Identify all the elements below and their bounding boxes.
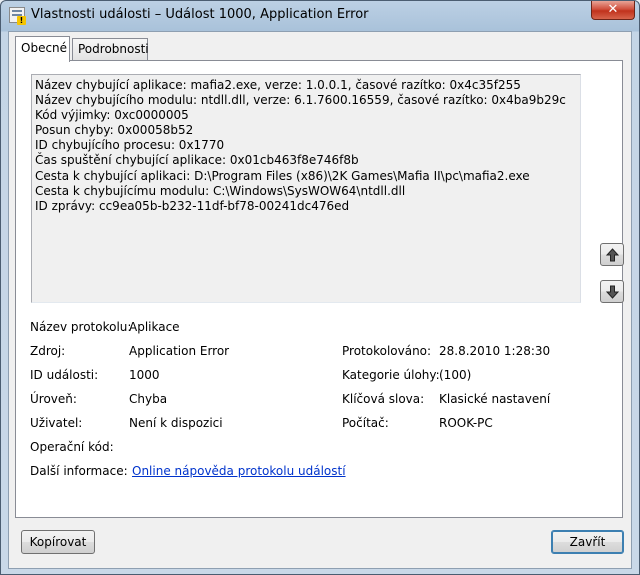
logged-value: 28.8.2010 1:28:30 [439,344,551,358]
computer-label: Počítač: [342,416,389,430]
tab-general[interactable]: Obecné [15,36,70,62]
description-line: ID zprávy: cc9ea05b-b232-11df-bf78-00241… [35,198,350,213]
window-title: Vlastnosti události – Událost 1000, Appl… [31,7,369,22]
event-viewer-icon [9,7,26,25]
source-label: Zdroj: [30,344,66,358]
close-button[interactable]: Zavřít [551,530,624,554]
previous-event-button[interactable] [600,243,624,266]
more-info-label: Další informace: [30,464,128,478]
tab-details[interactable]: Podrobnosti [72,38,149,60]
description-line: Cesta k chybující aplikaci: D:\Program F… [35,168,530,183]
task-category-label: Kategorie úlohy: [342,368,440,382]
log-name-label: Název protokolu: [30,320,132,334]
event-id-label: ID události: [30,368,99,382]
description-line: Čas spuštění chybující aplikace: 0x01cb4… [35,153,359,168]
keywords-label: Klíčová slova: [342,392,425,406]
next-event-button[interactable] [600,280,624,303]
keywords-value: Klasické nastavení [439,392,551,406]
level-label: Úroveň: [30,392,77,406]
event-log-online-help-link[interactable]: Online nápověda protokolu událostí [132,464,346,478]
log-name-value: Aplikace [129,320,180,334]
opcode-label: Operační kód: [30,440,114,454]
source-value: Application Error [129,344,230,358]
copy-button[interactable]: Kopírovat [21,530,95,554]
description-line: Cesta k chybujícímu modulu: C:\Windows\S… [35,183,406,198]
description-line: Název chybující aplikace: mafia2.exe, ve… [35,78,521,92]
computer-value: ROOK-PC [439,416,493,430]
arrow-up-icon [606,248,619,262]
description-line: Název chybujícího modulu: ntdll.dll, ver… [35,93,566,108]
description-line: Posun chyby: 0x00058b52 [35,123,194,138]
description-line: ID chybujícího procesu: 0x1770 [35,138,225,153]
event-description-box[interactable]: Název chybující aplikace: mafia2.exe, ve… [31,74,581,303]
level-value: Chyba [129,392,168,406]
event-id-value: 1000 [129,368,160,382]
user-value: Není k dispozici [129,416,223,430]
title-bar[interactable]: Vlastnosti události – Událost 1000, Appl… [1,1,639,31]
logged-label: Protokolováno: [342,344,432,358]
description-line: Kód výjimky: 0xc0000005 [35,108,189,123]
user-label: Uživatel: [30,416,83,430]
close-window-button[interactable]: ✕ [591,1,635,20]
arrow-down-icon [606,285,619,299]
task-category-value: (100) [439,368,472,382]
